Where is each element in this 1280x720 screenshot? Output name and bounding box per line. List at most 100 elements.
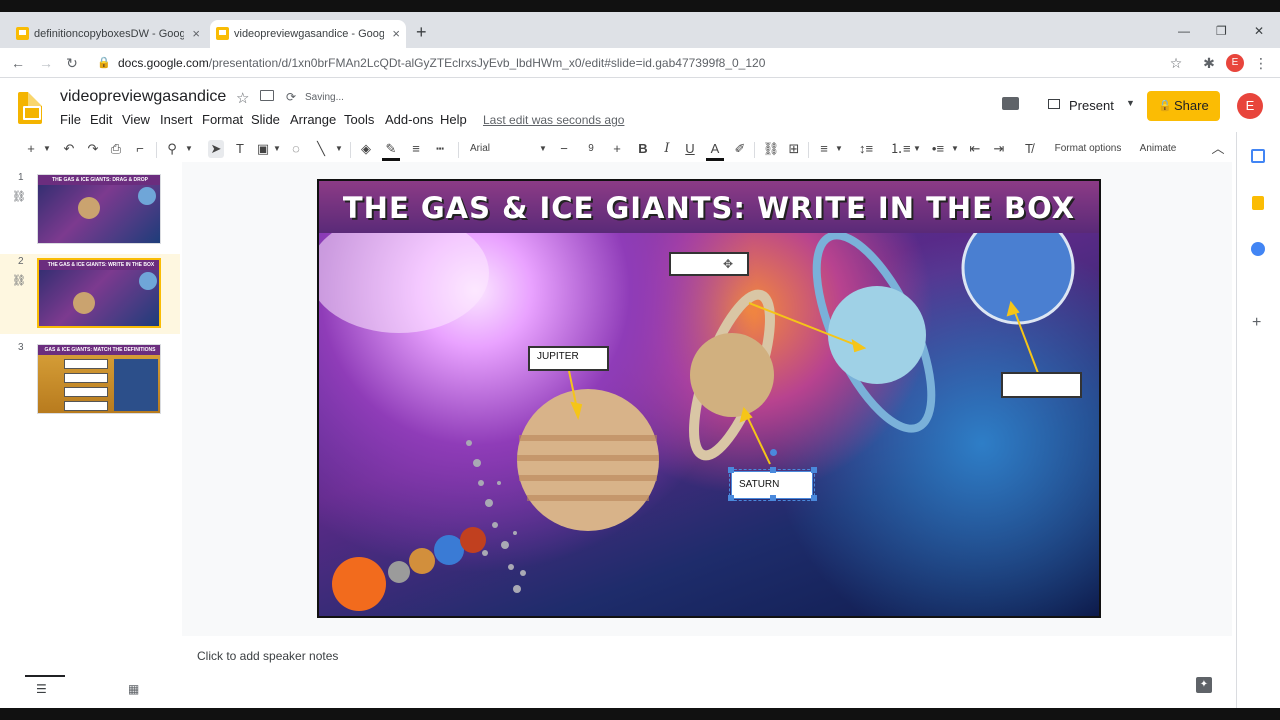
account-avatar[interactable]: E (1237, 93, 1263, 119)
format-options-button[interactable]: Format options (1046, 140, 1130, 158)
paint-format-icon[interactable]: ⌐ (133, 140, 147, 158)
slide-thumbnail-1[interactable]: THE GAS & ICE GIANTS: DRAG & DROP (37, 174, 161, 244)
align-icon[interactable]: ≡ (816, 140, 832, 158)
grid-view-icon[interactable]: ▦ (128, 682, 139, 696)
border-dash-icon[interactable]: ┅ (432, 140, 448, 158)
highlight-icon[interactable]: ✐ (732, 140, 748, 158)
reload-icon[interactable]: ↻ (62, 48, 82, 78)
link-icon[interactable]: ⛓ (762, 140, 780, 158)
collapse-toolbar-icon[interactable]: ︿ (1210, 140, 1226, 158)
restore-button[interactable]: ❐ (1216, 24, 1227, 38)
tasks-icon[interactable] (1251, 242, 1265, 256)
line-icon[interactable]: ╲ (314, 140, 328, 158)
increase-indent-icon[interactable]: ⇥ (990, 140, 1008, 158)
resize-handle[interactable] (811, 467, 817, 473)
font-select[interactable]: Arial (470, 140, 530, 158)
decrease-indent-icon[interactable]: ⇤ (966, 140, 984, 158)
forward-arrow-icon[interactable]: → (36, 48, 56, 78)
menu-view[interactable]: View (122, 112, 150, 127)
zoom-dropdown-icon[interactable]: ▼ (184, 140, 194, 158)
menu-arrange[interactable]: Arrange (290, 112, 336, 127)
explore-icon[interactable]: ✦ (1196, 677, 1212, 693)
menu-file[interactable]: File (60, 112, 81, 127)
resize-handle[interactable] (770, 467, 776, 473)
document-title[interactable]: videopreviewgasandice (60, 88, 226, 106)
slide-title[interactable]: THE GAS & ICE GIANTS: WRITE IN THE BOX (319, 191, 1099, 225)
profile-avatar[interactable]: E (1226, 54, 1244, 72)
undo-icon[interactable]: ↶ (62, 140, 76, 158)
browser-tab-definitioncopyboxes[interactable]: definitioncopyboxesDW - Googl… × (10, 20, 206, 48)
minimize-button[interactable]: — (1178, 24, 1190, 38)
move-folder-icon[interactable] (260, 90, 274, 101)
image-dropdown-icon[interactable]: ▼ (272, 140, 282, 158)
border-weight-icon[interactable]: ≡ (408, 140, 424, 158)
bulleted-list-dropdown-icon[interactable]: ▼ (950, 140, 960, 158)
image-icon[interactable]: ▣ (256, 140, 270, 158)
browser-tab-videopreview[interactable]: videopreviewgasandice - Googl… × (210, 20, 406, 48)
numbered-list-dropdown-icon[interactable]: ▼ (912, 140, 922, 158)
animate-button[interactable]: Animate (1134, 140, 1182, 158)
font-size-field[interactable]: 9 (582, 140, 600, 158)
menu-format[interactable]: Format (202, 112, 243, 127)
slides-logo-icon[interactable] (18, 92, 42, 124)
new-slide-icon[interactable]: + (24, 140, 38, 158)
italic-icon[interactable]: I (660, 140, 674, 158)
label-box-neptune[interactable] (1001, 372, 1082, 398)
menu-insert[interactable]: Insert (160, 112, 193, 127)
rotate-handle[interactable] (770, 449, 777, 456)
new-tab-button[interactable]: + (416, 22, 427, 43)
window-close-button[interactable]: ✕ (1254, 24, 1264, 38)
underline-icon[interactable]: U (683, 140, 697, 158)
label-box-jupiter[interactable]: JUPITER (528, 346, 609, 371)
comment-history-icon[interactable] (1002, 97, 1019, 110)
fill-color-icon[interactable]: ◈ (358, 140, 374, 158)
numbered-list-icon[interactable]: ⒈≡ (890, 140, 911, 158)
keep-icon[interactable] (1252, 196, 1264, 210)
speaker-notes[interactable]: Click to add speaker notes (197, 649, 338, 663)
bulleted-list-icon[interactable]: •≡ (928, 140, 948, 158)
menu-addons[interactable]: Add-ons (385, 112, 433, 127)
menu-tools[interactable]: Tools (344, 112, 374, 127)
bold-icon[interactable]: B (636, 140, 650, 158)
calendar-icon[interactable] (1251, 149, 1265, 163)
resize-handle[interactable] (811, 495, 817, 501)
kebab-menu-icon[interactable]: ⋮ (1254, 48, 1268, 78)
close-icon[interactable]: × (392, 20, 400, 48)
share-button[interactable]: 🔒 Share (1147, 91, 1220, 121)
resize-handle[interactable] (728, 467, 734, 473)
add-comment-icon[interactable]: ⊞ (786, 140, 802, 158)
line-spacing-icon[interactable]: ↕≡ (856, 140, 876, 158)
filmstrip-view-icon[interactable]: ☰ (36, 682, 47, 696)
star-icon[interactable]: ☆ (1166, 48, 1186, 78)
slide-thumbnail-2[interactable]: THE GAS & ICE GIANTS: WRITE IN THE BOX (37, 258, 161, 328)
new-slide-dropdown-icon[interactable]: ▼ (42, 140, 52, 158)
present-button[interactable]: Present ▼ (1038, 90, 1138, 120)
back-arrow-icon[interactable]: ← (8, 48, 28, 78)
redo-icon[interactable]: ↷ (86, 140, 100, 158)
resize-handle[interactable] (770, 495, 776, 501)
add-on-plus-icon[interactable]: + (1252, 314, 1261, 332)
slide-thumbnail-3[interactable]: GAS & ICE GIANTS: MATCH THE DEFINITIONS (37, 344, 161, 414)
label-box-uranus[interactable] (669, 252, 749, 276)
decrease-font-size-icon[interactable]: − (558, 140, 570, 158)
select-cursor-icon[interactable]: ➤ (208, 140, 224, 158)
present-dropdown-icon[interactable]: ▼ (1126, 98, 1135, 108)
border-color-icon[interactable]: ✎ (382, 140, 400, 161)
line-dropdown-icon[interactable]: ▼ (334, 140, 344, 158)
menu-edit[interactable]: Edit (90, 112, 112, 127)
menu-slide[interactable]: Slide (251, 112, 280, 127)
font-dropdown-icon[interactable]: ▼ (538, 140, 548, 158)
shape-icon[interactable]: ◌ (288, 140, 304, 158)
align-dropdown-icon[interactable]: ▼ (834, 140, 844, 158)
clear-formatting-icon[interactable]: T̸ (1020, 140, 1038, 158)
slide-canvas[interactable]: THE GAS & ICE GIANTS: WRITE IN THE BOX ✥… (317, 179, 1101, 618)
zoom-icon[interactable]: ⚲ (164, 140, 180, 158)
extensions-icon[interactable]: ✱ (1199, 48, 1219, 78)
close-icon[interactable]: × (192, 20, 200, 48)
menu-help[interactable]: Help (440, 112, 467, 127)
url-field[interactable]: docs.google.com/presentation/d/1xn0brFMA… (118, 48, 765, 78)
text-color-icon[interactable]: A (706, 140, 724, 161)
increase-font-size-icon[interactable]: + (610, 140, 624, 158)
resize-handle[interactable] (728, 495, 734, 501)
text-box-icon[interactable]: T (232, 140, 248, 158)
